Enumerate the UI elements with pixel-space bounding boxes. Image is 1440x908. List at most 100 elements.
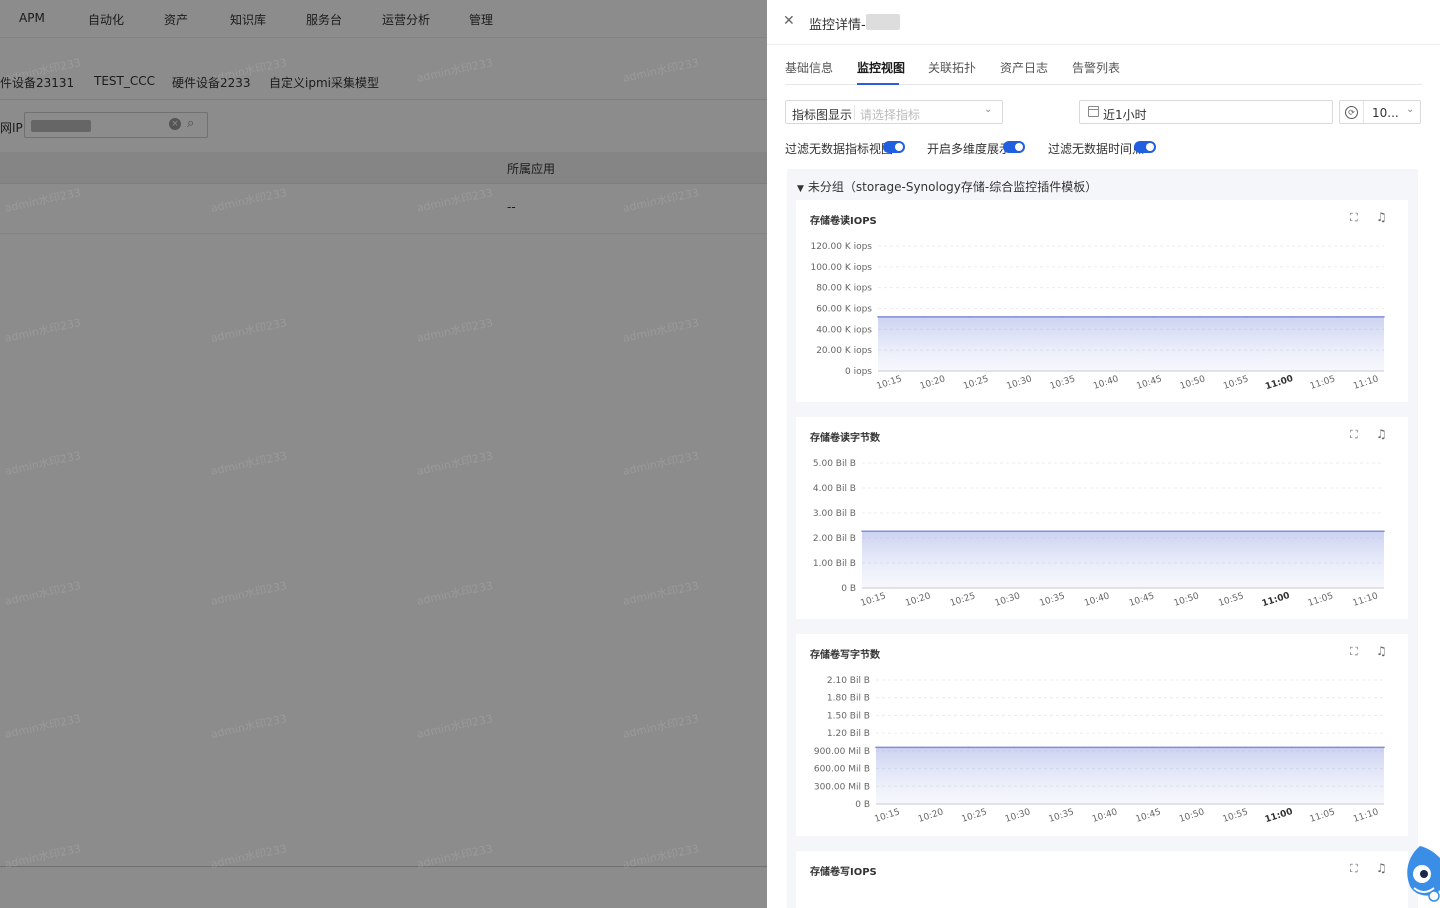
x-tick-label: 10:45 bbox=[1135, 807, 1163, 825]
refresh-interval-value: 10... bbox=[1372, 106, 1399, 120]
data-point bbox=[1193, 530, 1195, 533]
toggle-switch[interactable] bbox=[1003, 141, 1025, 153]
chart-card: 存储卷写IOPS ⛶ ♫ bbox=[796, 851, 1408, 908]
x-tick-label: 10:40 bbox=[1092, 374, 1120, 392]
x-tick-label: 10:15 bbox=[876, 374, 904, 392]
chart-card: 存储卷读字节数 ⛶ ♫ 5.00 Bil B 4.00 Bil B 3.00 Bil… bbox=[796, 417, 1408, 619]
switch-label: 开启多维度展示 bbox=[927, 142, 1012, 156]
data-point bbox=[1003, 530, 1006, 533]
x-tick-label: 10:20 bbox=[904, 591, 932, 609]
alarm-bell-icon[interactable]: ♫ bbox=[1376, 861, 1390, 875]
data-point bbox=[1337, 316, 1339, 318]
data-point bbox=[1383, 530, 1385, 533]
chevron-down-icon: ⌄ bbox=[984, 104, 993, 115]
y-tick-label: 1.80 Bil B bbox=[827, 694, 870, 704]
x-tick-label: 10:30 bbox=[1004, 807, 1032, 825]
tab-asset-log[interactable]: 资产日志 bbox=[1000, 59, 1048, 76]
y-tick-label: 0 iops bbox=[845, 367, 872, 377]
tab-basic-info[interactable]: 基础信息 bbox=[785, 59, 833, 76]
y-tick-label: 2.00 Bil B bbox=[813, 534, 856, 544]
series-area bbox=[862, 531, 1384, 588]
y-tick-label: 4.00 Bil B bbox=[813, 484, 856, 494]
data-point bbox=[1291, 316, 1293, 318]
data-point bbox=[921, 746, 923, 749]
y-tick-label: 300.00 Mil B bbox=[814, 782, 870, 792]
x-tick-label: 10:40 bbox=[1091, 807, 1119, 825]
x-tick-label: 11:05 bbox=[1309, 374, 1337, 392]
x-tick-label: 10:30 bbox=[994, 591, 1022, 609]
monitor-detail-drawer: ✕ 监控详情- 基础信息 监控视图 关联拓扑 资产日志 告警列表 指标图显示 请… bbox=[767, 0, 1440, 908]
x-tick-label: 10:25 bbox=[961, 807, 989, 825]
x-tick-label: 10:40 bbox=[1083, 591, 1111, 609]
data-point bbox=[923, 316, 925, 318]
x-tick-label: 11:05 bbox=[1309, 807, 1337, 825]
series-area bbox=[876, 747, 1384, 804]
chart-title: 存储卷写IOPS bbox=[810, 867, 877, 878]
y-tick-label: 3.00 Bil B bbox=[813, 509, 856, 519]
data-point bbox=[967, 746, 970, 749]
tab-topology[interactable]: 关联拓扑 bbox=[928, 59, 976, 76]
chart-svg: 5.00 Bil B 4.00 Bil B 3.00 Bil B 2.00 Bil B… bbox=[813, 459, 1385, 609]
drawer-tabs: 基础信息 监控视图 关联拓扑 资产日志 告警列表 bbox=[785, 45, 1422, 85]
close-icon[interactable]: ✕ bbox=[783, 14, 797, 28]
tab-monitor-view[interactable]: 监控视图 bbox=[857, 59, 905, 76]
assistant-avatar-icon[interactable] bbox=[1400, 838, 1440, 908]
data-point bbox=[1244, 746, 1247, 749]
x-tick-label: 10:50 bbox=[1173, 591, 1201, 609]
data-point bbox=[861, 530, 863, 533]
x-tick-label: 10:35 bbox=[1038, 591, 1066, 609]
y-tick-label: 100.00 K iops bbox=[810, 263, 872, 273]
y-tick-label: 0 B bbox=[841, 584, 856, 594]
data-point bbox=[969, 316, 971, 318]
x-tick-label: 10:20 bbox=[917, 807, 945, 825]
tab-alarm-list[interactable]: 告警列表 bbox=[1072, 59, 1120, 76]
switch-label: 过滤无数据指标视图 bbox=[785, 142, 894, 156]
metric-group-panel: ▼ 未分组（storage-Synology存储-综合监控插件模板） 存储卷读IO… bbox=[787, 169, 1418, 908]
data-point bbox=[1106, 746, 1108, 749]
series-area bbox=[878, 316, 1384, 371]
x-tick-label: 10:50 bbox=[1178, 807, 1206, 825]
data-point bbox=[1107, 316, 1109, 318]
x-tick-label: 10:55 bbox=[1222, 374, 1250, 392]
x-tick-label: 11:05 bbox=[1307, 591, 1335, 609]
y-tick-label: 1.20 Bil B bbox=[827, 729, 870, 739]
metric-select[interactable]: 指标图显示 请选择指标 ⌄ bbox=[785, 100, 1003, 124]
x-tick-label: 11:10 bbox=[1352, 374, 1380, 392]
switch-multi-dimension: 开启多维度展示 bbox=[927, 138, 1037, 156]
x-tick-label: 10:45 bbox=[1136, 374, 1164, 392]
switch-filter-no-data-views: 过滤无数据指标视图 bbox=[785, 138, 915, 156]
group-header[interactable]: ▼ 未分组（storage-Synology存储-综合监控插件模板） bbox=[797, 178, 1097, 195]
data-point bbox=[1152, 746, 1154, 749]
metric-select-label: 指标图显示 bbox=[792, 108, 853, 122]
y-tick-label: 600.00 Mil B bbox=[814, 765, 870, 775]
y-tick-label: 1.00 Bil B bbox=[813, 559, 856, 569]
data-point bbox=[1383, 746, 1385, 749]
calendar-icon bbox=[1088, 106, 1099, 117]
divider bbox=[854, 105, 855, 120]
y-tick-label: 2.10 Bil B bbox=[827, 676, 870, 686]
x-tick-label: 11:00 bbox=[1264, 807, 1294, 825]
data-point bbox=[1245, 316, 1247, 318]
refresh-interval-select[interactable]: ⟳ 10... ⌄ bbox=[1339, 100, 1421, 124]
refresh-icon[interactable]: ⟳ bbox=[1345, 106, 1358, 119]
data-point bbox=[1383, 316, 1385, 318]
data-point bbox=[1061, 316, 1063, 318]
x-tick-label: 10:30 bbox=[1006, 374, 1034, 392]
data-point bbox=[908, 530, 911, 533]
toggle-switch[interactable] bbox=[883, 141, 905, 153]
switch-label: 过滤无数据时间点 bbox=[1048, 142, 1145, 156]
fullscreen-icon[interactable]: ⛶ bbox=[1350, 863, 1362, 875]
time-range-picker[interactable]: 近1小时 bbox=[1079, 100, 1333, 124]
x-tick-label: 10:35 bbox=[1049, 374, 1077, 392]
y-tick-label: 120.00 K iops bbox=[810, 242, 872, 252]
chart-svg: 2.10 Bil B 1.80 Bil B 1.50 Bil B 1.20 Bil B… bbox=[814, 676, 1385, 825]
x-tick-label: 10:55 bbox=[1217, 591, 1245, 609]
time-range-value: 近1小时 bbox=[1103, 108, 1147, 122]
chart-card: 存储卷读IOPS ⛶ ♫ 120.00 K iops 100.00 K iops 8… bbox=[796, 200, 1408, 402]
x-tick-label: 10:25 bbox=[962, 374, 990, 392]
x-tick-label: 11:00 bbox=[1261, 591, 1291, 609]
data-point bbox=[1015, 316, 1017, 318]
y-tick-label: 60.00 K iops bbox=[816, 305, 872, 315]
toggle-switch[interactable] bbox=[1134, 141, 1156, 153]
data-point bbox=[1337, 746, 1339, 749]
